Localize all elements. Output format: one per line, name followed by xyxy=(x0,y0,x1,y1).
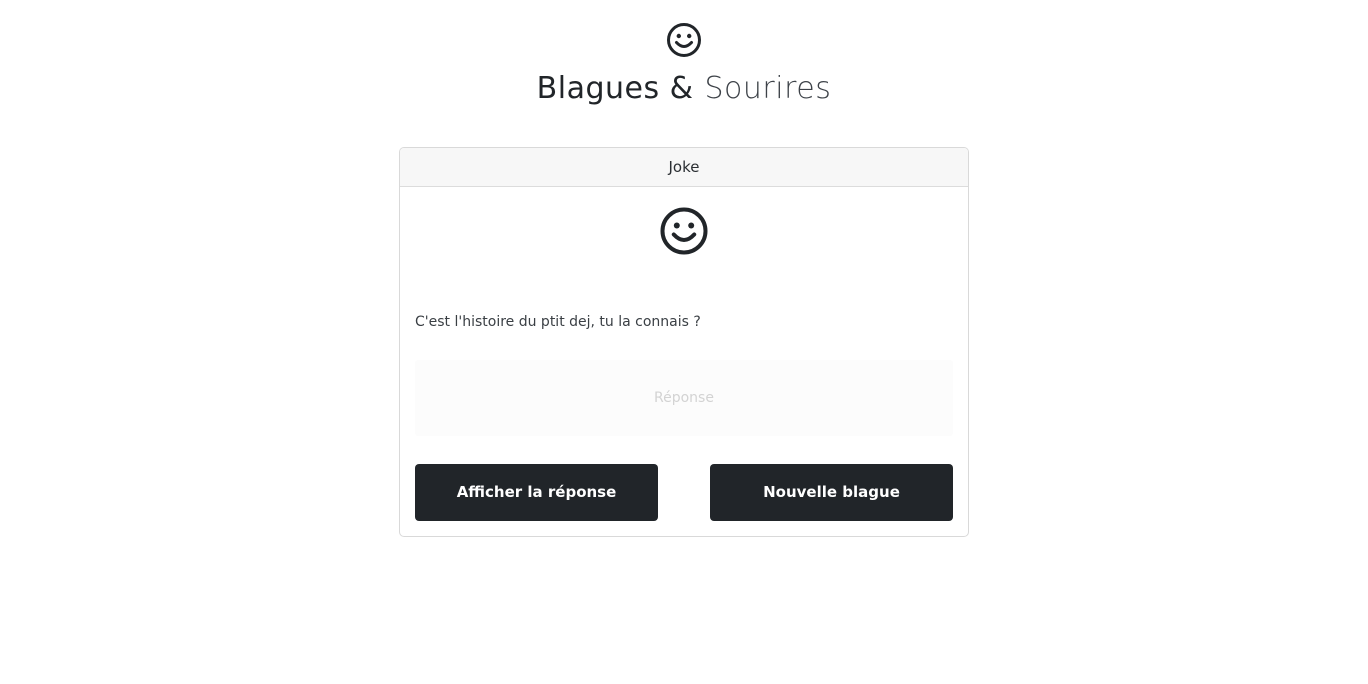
joke-card: Joke C'est l'histoire du ptit dej, tu la… xyxy=(399,147,969,537)
brand-title-light: Sourires xyxy=(704,71,832,106)
show-answer-button[interactable]: Afficher la réponse xyxy=(415,464,658,521)
answer-field: Réponse xyxy=(415,360,953,436)
new-joke-button[interactable]: Nouvelle blague xyxy=(710,464,953,521)
card-header: Joke xyxy=(400,148,968,187)
joke-question: C'est l'histoire du ptit dej, tu la conn… xyxy=(415,314,701,330)
page: Blagues & Sourires Joke C'est l'histoire… xyxy=(0,0,1368,684)
page-title: Blagues & Sourires xyxy=(0,70,1368,108)
smiley-icon xyxy=(660,207,708,255)
brand-title-strong: Blagues & xyxy=(536,71,694,106)
smiley-icon xyxy=(667,23,701,57)
